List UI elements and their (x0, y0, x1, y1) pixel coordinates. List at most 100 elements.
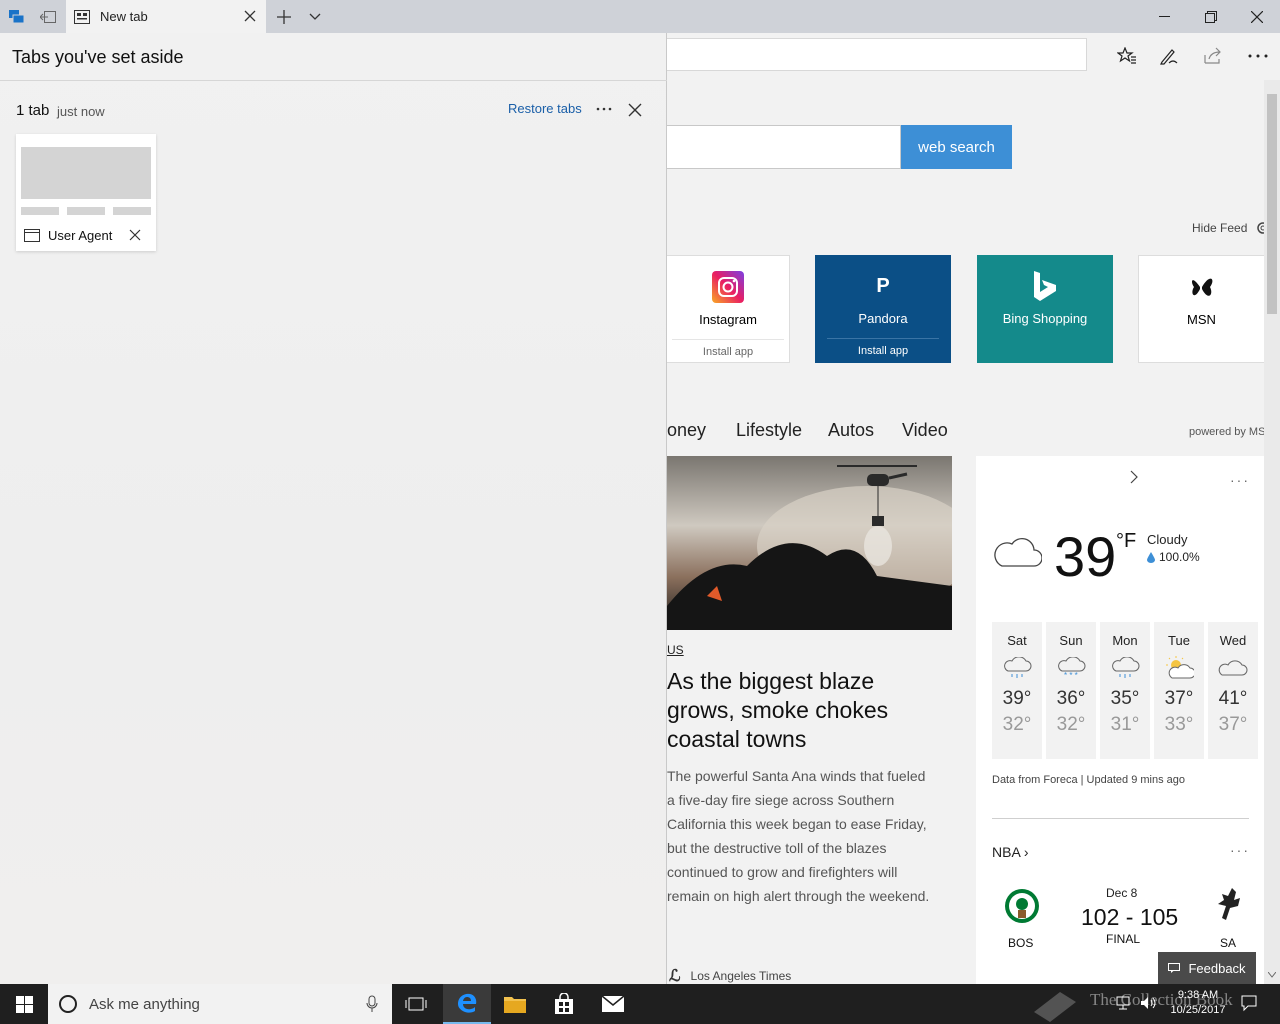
tile-pandora[interactable]: P Pandora Install app (815, 255, 951, 363)
news-category-tag[interactable]: US (667, 643, 684, 657)
new-tab-page: web search Hide Feed Instagram Install a… (667, 80, 1264, 984)
category-autos[interactable]: Autos (828, 420, 874, 441)
more-dots-icon (1248, 54, 1268, 58)
web-note-button[interactable] (1154, 41, 1184, 71)
forecast-day[interactable]: Mon 35° 31° (1100, 622, 1150, 759)
mail-button[interactable] (589, 984, 637, 1024)
start-button[interactable] (0, 984, 48, 1024)
forecast-day[interactable]: Wed 41° 37° (1208, 622, 1258, 759)
category-lifestyle[interactable]: Lifestyle (736, 420, 802, 441)
web-search-button[interactable]: web search (901, 125, 1012, 169)
category-video[interactable]: Video (902, 420, 948, 441)
action-center-icon[interactable] (1240, 994, 1258, 1017)
partly-sunny-icon (1166, 656, 1194, 679)
scroll-down-arrow-icon (1268, 972, 1276, 978)
news-image[interactable] (667, 456, 952, 630)
gear-icon[interactable] (1255, 220, 1264, 236)
install-app-link[interactable]: Install app (672, 339, 784, 358)
set-tabs-aside-button[interactable] (34, 0, 62, 33)
scroll-thumb[interactable] (1267, 94, 1277, 314)
window-close-button[interactable] (1234, 0, 1280, 33)
tile-msn[interactable]: MSN (1138, 255, 1264, 363)
nba-more-button[interactable]: ··· (1230, 842, 1250, 858)
restore-button[interactable] (1188, 0, 1234, 33)
temperature-unit[interactable]: °F (1116, 530, 1136, 553)
tab-preview-button[interactable] (304, 0, 326, 33)
msn-butterfly-icon (1191, 278, 1212, 296)
more-button[interactable] (1243, 41, 1273, 71)
nav-bar (667, 33, 1280, 80)
tab-new-tab[interactable]: New tab (66, 0, 266, 33)
news-summary: The powerful Santa Ana winds that fueled… (667, 768, 930, 904)
page-scrollbar[interactable] (1264, 80, 1280, 984)
minimize-button[interactable] (1142, 0, 1188, 33)
close-icon[interactable] (128, 228, 142, 242)
forecast-day-name: Sun (1059, 633, 1083, 648)
game-score: 102 - 105 (1081, 904, 1179, 930)
taskbar-clock[interactable]: 9:38 AM 10/25/2017 (1166, 988, 1230, 1018)
chevron-right-icon[interactable] (1128, 470, 1140, 484)
powered-by-label: powered by MS (1189, 426, 1264, 438)
windows-logo-icon (15, 995, 33, 1013)
forecast-day-name: Sat (1007, 633, 1027, 648)
task-view-icon (405, 997, 427, 1011)
cortana-search[interactable]: Ask me anything (48, 984, 392, 1024)
cloudy-icon (1218, 660, 1248, 676)
install-app-link[interactable]: Install app (827, 338, 939, 357)
close-icon[interactable] (626, 101, 644, 119)
news-headline[interactable]: As the biggest blaze grows, smoke chokes… (667, 667, 927, 754)
bing-icon (1034, 271, 1056, 301)
new-tab-button[interactable] (272, 0, 296, 33)
news-source[interactable]: ℒ Los Angeles Times (669, 966, 791, 984)
tab-group-more-button[interactable] (594, 99, 614, 119)
restore-tabs-button[interactable]: Restore tabs (508, 101, 582, 116)
forecast-day[interactable]: Sat 39° 32° (992, 622, 1042, 759)
thumbnail-bar (67, 207, 105, 215)
cortana-icon (59, 995, 77, 1013)
tabs-aside-button[interactable] (4, 0, 30, 33)
tile-bing-shopping[interactable]: Bing Shopping (977, 255, 1113, 363)
share-button[interactable] (1198, 41, 1228, 71)
thumbnail-preview (21, 147, 151, 199)
microphone-icon[interactable] (366, 995, 378, 1013)
category-money[interactable]: oney (667, 420, 706, 441)
panel-title: Tabs you've set aside (12, 47, 184, 67)
precipitation-value: 100.0% (1159, 550, 1200, 564)
feedback-button[interactable]: Feedback (1158, 952, 1256, 984)
feedback-label: Feedback (1188, 960, 1246, 976)
tile-instagram[interactable]: Instagram Install app (667, 255, 790, 363)
forecast-day-name: Tue (1168, 633, 1190, 648)
file-explorer-button[interactable] (491, 984, 539, 1024)
feedback-icon (1168, 963, 1181, 973)
favorites-button[interactable] (1112, 41, 1142, 71)
volume-icon[interactable] (1140, 996, 1158, 1015)
store-button[interactable] (540, 984, 588, 1024)
divider (992, 818, 1249, 819)
search-input[interactable] (667, 125, 901, 169)
la-times-logo-icon: ℒ (669, 968, 681, 984)
mail-icon (601, 995, 625, 1012)
forecast-day-name: Mon (1112, 633, 1138, 648)
edge-taskbar-button[interactable] (443, 984, 491, 1024)
cloudy-icon (994, 537, 1042, 567)
weather-more-button[interactable]: ··· (1230, 472, 1250, 488)
task-view-button[interactable] (392, 984, 440, 1024)
close-icon[interactable] (242, 8, 258, 24)
tab-title: New tab (100, 9, 148, 24)
forecast-day[interactable]: Sun * * * 36° 32° (1046, 622, 1096, 759)
address-bar[interactable] (667, 38, 1087, 71)
store-bag-icon (555, 993, 573, 1014)
game-date: Dec 8 (1106, 886, 1138, 900)
scroll-down-button[interactable] (1264, 966, 1280, 984)
clock-date: 10/25/2017 (1170, 1004, 1226, 1016)
forecast-day[interactable]: Tue 37° 33° (1154, 622, 1204, 759)
network-icon[interactable] (1116, 996, 1132, 1015)
tab-group-time: just now (57, 104, 105, 119)
hide-feed-link[interactable]: Hide Feed (1192, 221, 1247, 235)
forecast-high: 36° (1056, 688, 1086, 709)
forecast-low: 31° (1110, 714, 1140, 735)
nba-link[interactable]: NBA › (992, 844, 1029, 860)
aside-tab-thumbnail[interactable]: User Agent (16, 134, 156, 251)
tile-name: Pandora (858, 311, 908, 326)
celtics-logo-icon (1005, 889, 1039, 923)
